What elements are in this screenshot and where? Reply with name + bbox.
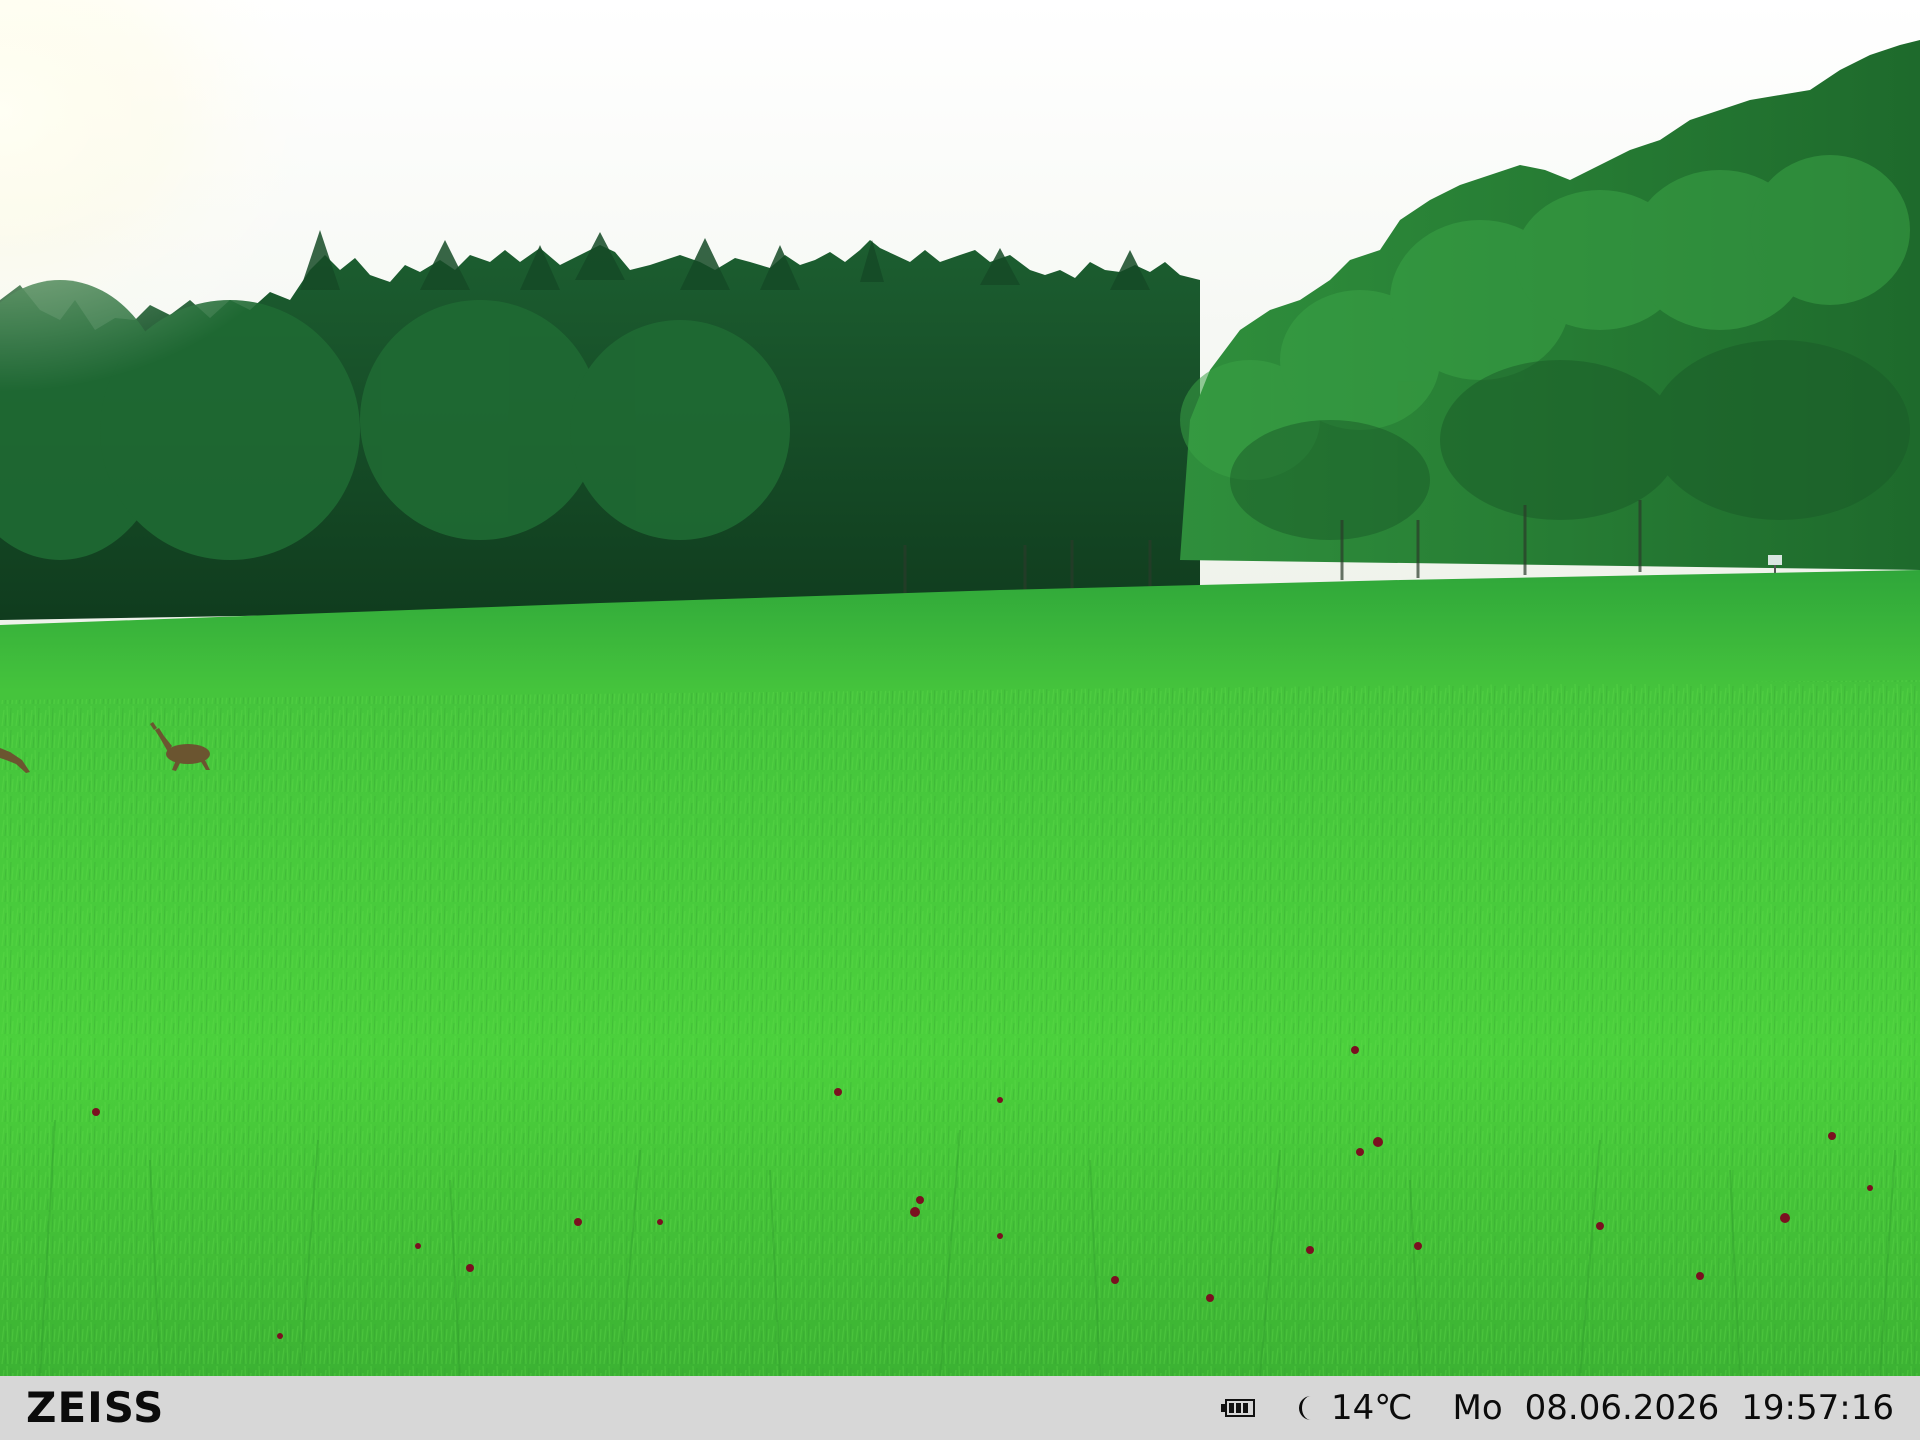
- brand-label: ZEISS: [26, 1383, 165, 1432]
- status-group: 14℃ Mo 08.06.2026 19:57:16: [1221, 1376, 1894, 1440]
- camera-info-bar: ZEISS 14℃ Mo 08.06.2026 19:57:16: [0, 1376, 1920, 1440]
- trail-camera-frame: ZEISS 14℃ Mo 08.06.2026 19:57:16: [0, 0, 1920, 1440]
- weekday-label: Mo: [1452, 1388, 1503, 1428]
- temperature-readout: 14℃: [1331, 1388, 1413, 1428]
- landscape-image: [0, 0, 1920, 1376]
- battery-icon: [1221, 1399, 1256, 1417]
- moon-icon: [1295, 1394, 1317, 1422]
- date-label: 08.06.2026: [1524, 1388, 1720, 1428]
- photo-scene: [0, 0, 1920, 1376]
- time-label: 19:57:16: [1741, 1388, 1894, 1428]
